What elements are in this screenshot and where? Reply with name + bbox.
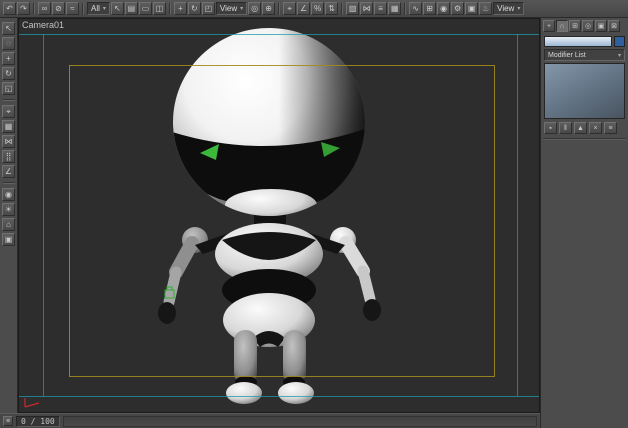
viewport-scene: [24, 28, 381, 408]
select-arrow-icon[interactable]: ↖: [2, 22, 15, 35]
chevron-down-icon: ▾: [102, 6, 106, 12]
selection-region-icon[interactable]: ▭: [138, 2, 152, 15]
grid-toggle-icon[interactable]: ▦: [2, 120, 15, 133]
bind-spacewarp-icon[interactable]: ≈: [66, 2, 79, 15]
object-name-row: [544, 36, 625, 47]
select-manipulate-icon[interactable]: ⊕: [262, 2, 276, 15]
reference-coordinate-dropdown[interactable]: View ▾: [215, 2, 248, 15]
array-tool-icon[interactable]: ⣿: [2, 150, 15, 163]
modifier-stack[interactable]: [544, 63, 625, 119]
main-toolbar: ↶ ↷ ∞ ⊘ ≈ All ▾ ↖ ▤ ▭ ◫ + ↻ ◰ View ▾ ◎ ⊕ ⌖ ∠% ⇅ ▧ ⋈ ≡ ▦ ∿ ⊞ ◉ ⚙ ▣ ♨ Vie…: [0, 0, 628, 18]
unlink-icon[interactable]: ⊘: [52, 2, 65, 15]
percent-snap-icon[interactable]: %: [311, 2, 325, 15]
use-pivot-icon[interactable]: ◎: [248, 2, 262, 15]
track-bar[interactable]: [62, 415, 537, 427]
light-create-icon[interactable]: ☀: [2, 203, 15, 216]
modify-tab-icon[interactable]: ∩: [556, 20, 568, 32]
toolbar-separator: [2, 99, 15, 101]
object-color-swatch[interactable]: [614, 36, 625, 47]
modifier-stack-buttons: ▪ ‖ ▲ × ≡: [541, 121, 628, 136]
chevron-down-icon: ▾: [240, 6, 244, 12]
redo-icon[interactable]: ↷: [17, 2, 30, 15]
display-toggle-icon[interactable]: ▣: [2, 233, 15, 246]
rendered-frame-icon[interactable]: ▣: [465, 2, 479, 15]
create-tab-icon[interactable]: +: [543, 20, 555, 32]
select-object-icon[interactable]: ↖: [110, 2, 124, 15]
toolbar-separator: [82, 2, 84, 15]
motion-tab-icon[interactable]: ◎: [582, 20, 594, 32]
viewport-label[interactable]: Camera01: [22, 20, 64, 30]
mirror-tool-icon[interactable]: ⋈: [2, 135, 15, 148]
angle-snap-icon[interactable]: ∠: [297, 2, 311, 15]
command-panel-tabs: + ∩ ⊞ ◎ ▣ ⊠: [541, 18, 628, 33]
snap-toggle-icon[interactable]: ⌖: [283, 2, 297, 15]
make-unique-button[interactable]: ▲: [574, 122, 587, 134]
world-axis-icon: [24, 398, 40, 408]
select-scale-icon[interactable]: ◰: [201, 2, 215, 15]
selection-filter-dropdown-label: All: [91, 4, 100, 13]
lasso-select-icon[interactable]: ◌: [2, 37, 15, 50]
modifier-list-label: Modifier List: [548, 51, 586, 59]
align-icon[interactable]: ≡: [374, 2, 388, 15]
undo-icon[interactable]: ↶: [3, 2, 16, 15]
named-selection-icon[interactable]: ▧: [346, 2, 360, 15]
show-end-result-button[interactable]: ‖: [559, 122, 572, 134]
hierarchy-tab-icon[interactable]: ⊞: [569, 20, 581, 32]
object-name-field[interactable]: [544, 36, 612, 47]
spinner-snap-icon[interactable]: ⇅: [325, 2, 339, 15]
chevron-down-icon: ▾: [617, 52, 621, 59]
status-bar: ≡ 0 / 100: [0, 413, 540, 428]
utilities-tab-icon[interactable]: ⊠: [608, 20, 620, 32]
measure-tool-icon[interactable]: ∠: [2, 165, 15, 178]
side-toolbar: ↖ ◌ + ↻ ◱ ⌖ ▦ ⋈ ⣿ ∠ ◉ ☀ ⌂ ▣: [0, 18, 18, 413]
frame-counter: 0 / 100: [16, 415, 60, 427]
select-by-name-icon[interactable]: ▤: [124, 2, 138, 15]
command-panel: + ∩ ⊞ ◎ ▣ ⊠ Modifier List ▾ ▪ ‖ ▲ × ≡: [540, 18, 628, 428]
camera-create-icon[interactable]: ◉: [2, 188, 15, 201]
mirror-icon[interactable]: ⋈: [360, 2, 374, 15]
layer-manager-icon[interactable]: ▦: [388, 2, 402, 15]
selection-filter-dropdown[interactable]: All ▾: [87, 2, 110, 15]
configure-modifier-sets-button[interactable]: ≡: [604, 122, 617, 134]
render-production-icon[interactable]: ♨: [479, 2, 493, 15]
panel-divider: [543, 138, 626, 140]
render-setup-icon[interactable]: ⚙: [451, 2, 465, 15]
remove-modifier-button[interactable]: ×: [589, 122, 602, 134]
move-tool-icon[interactable]: +: [2, 52, 15, 65]
pin-stack-button[interactable]: ▪: [544, 122, 557, 134]
toolbar-separator: [404, 2, 407, 15]
view-selector-dropdown-label: View: [497, 4, 515, 13]
toolbar-separator: [2, 182, 15, 184]
scale-tool-icon[interactable]: ◱: [2, 82, 15, 95]
chevron-down-icon: ▾: [517, 6, 521, 12]
reference-coordinate-dropdown-label: View: [219, 4, 238, 13]
display-tab-icon[interactable]: ▣: [595, 20, 607, 32]
toolbar-separator: [33, 2, 35, 15]
helpers-icon[interactable]: ⌂: [2, 218, 15, 231]
curve-editor-icon[interactable]: ∿: [409, 2, 423, 15]
toolbar-separator: [168, 2, 171, 15]
robot-model[interactable]: [158, 28, 381, 404]
toolbar-separator: [341, 2, 344, 15]
window-crossing-icon[interactable]: ◫: [152, 2, 166, 15]
rotate-tool-icon[interactable]: ↻: [2, 67, 15, 80]
select-move-icon[interactable]: +: [173, 2, 187, 15]
snap-tool-icon[interactable]: ⌖: [2, 105, 15, 118]
select-rotate-icon[interactable]: ↻: [187, 2, 201, 15]
toolbar-separator: [278, 2, 281, 15]
mini-curve-editor-button[interactable]: ≡: [3, 416, 13, 426]
select-link-icon[interactable]: ∞: [38, 2, 51, 15]
schematic-view-icon[interactable]: ⊞: [423, 2, 437, 15]
view-selector-dropdown[interactable]: View ▾: [493, 2, 525, 15]
material-editor-icon[interactable]: ◉: [437, 2, 451, 15]
modifier-list-dropdown[interactable]: Modifier List ▾: [544, 49, 625, 61]
camera-viewport[interactable]: Camera01: [18, 18, 540, 413]
